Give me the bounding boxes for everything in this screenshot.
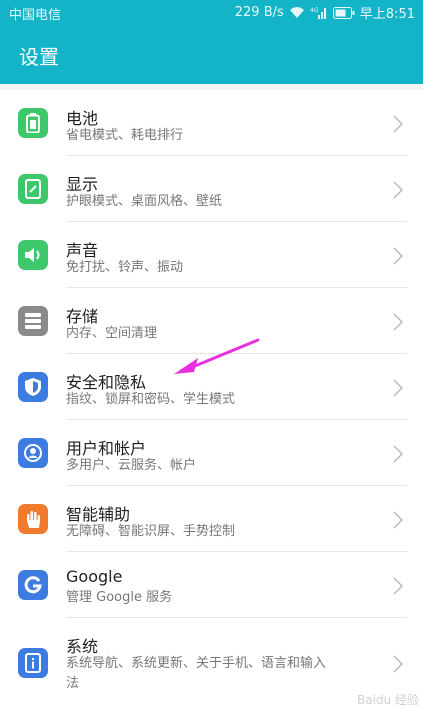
signal-icon: 4G [310,7,326,19]
user-icon [18,438,48,468]
annotation-arrow [174,338,260,374]
settings-item-google[interactable]: Google 管理 Google 服务 [0,552,423,618]
settings-item-subtitle: 无障碍、智能识屏、手势控制 [66,524,236,539]
sound-icon [18,240,48,270]
settings-item-subtitle: 指纹、锁屏和密码、学生模式 [66,392,236,407]
battery-icon [18,108,48,138]
chevron-right-icon [393,313,403,331]
system-info-icon [18,648,48,678]
battery-status-icon [332,6,355,19]
wifi-icon [289,7,304,18]
clock: 早上8:51 [359,7,415,22]
chevron-right-icon [393,445,403,463]
settings-item-subtitle: 多用户、云服务、帐户 [66,458,197,473]
hand-icon [18,504,48,534]
settings-item-display[interactable]: 显示 护眼模式、桌面风格、壁纸 [0,156,423,222]
chevron-right-icon [393,115,403,133]
svg-text:4G: 4G [310,7,319,14]
settings-item-subtitle: 护眼模式、桌面风格、壁纸 [66,194,223,209]
app-bar: 设置 [0,24,423,84]
settings-item-subtitle: 省电模式、耗电排行 [66,128,184,143]
network-speed: 229 B/s [234,5,284,20]
storage-icon [18,306,48,336]
settings-list: 电池 省电模式、耗电排行 显示 护眼模式、桌面风格、壁纸 声音 免打扰、铃声、振… [0,90,423,710]
settings-item-subtitle: 管理 Google 服务 [66,590,173,605]
settings-item-battery[interactable]: 电池 省电模式、耗电排行 [0,90,423,156]
settings-item-title: Google [66,567,123,586]
settings-item-subtitle: 系统导航、系统更新、关于手机、语言和输入 法 [66,656,327,691]
watermark: Baidu 经验 [357,693,419,707]
chevron-right-icon [393,511,403,529]
carrier-label: 中国电信 [9,8,62,23]
status-bar: 中国电信 229 B/s 4G 早上8:51 [0,0,423,24]
settings-item-subtitle: 免打扰、铃声、振动 [66,260,184,275]
chevron-right-icon [393,247,403,265]
settings-item-users-accounts[interactable]: 用户和帐户 多用户、云服务、帐户 [0,420,423,486]
settings-item-subtitle: 内存、空间清理 [66,326,158,341]
shield-icon [18,372,48,402]
google-icon [18,570,48,600]
chevron-right-icon [393,379,403,397]
status-indicators: 229 B/s 4G 早上8:51 [235,3,415,22]
settings-item-smart-assist[interactable]: 智能辅助 无障碍、智能识屏、手势控制 [0,486,423,552]
chevron-right-icon [393,655,403,673]
display-icon [18,174,48,204]
page-title: 设置 [19,45,59,69]
chevron-right-icon [393,181,403,199]
settings-item-sound[interactable]: 声音 免打扰、铃声、振动 [0,222,423,288]
chevron-right-icon [393,577,403,595]
